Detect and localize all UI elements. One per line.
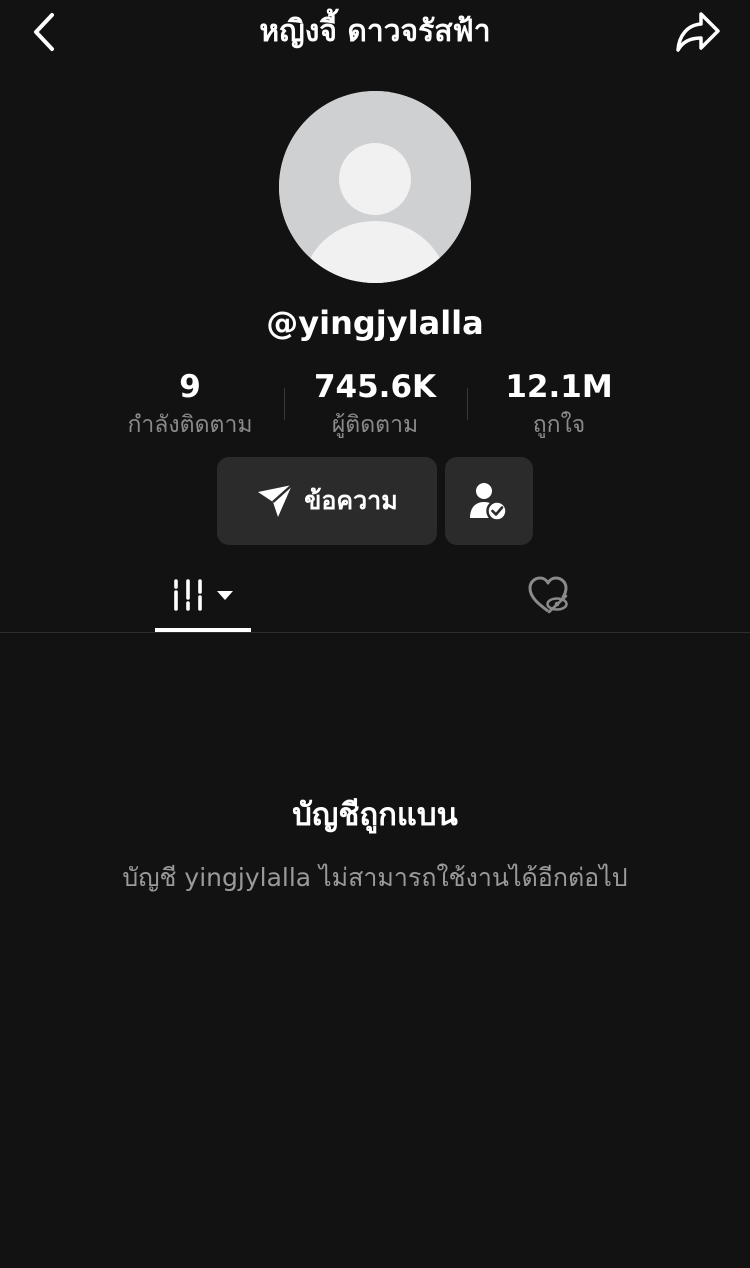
- likes-stat[interactable]: 12.1M ถูกใจ: [469, 364, 649, 440]
- share-arrow-icon: [676, 12, 720, 52]
- username: @yingjylalla: [266, 304, 484, 342]
- banned-title: บัญชีถูกแบน: [292, 797, 458, 833]
- following-count: 9: [179, 369, 201, 405]
- hidden-heart-icon: [528, 576, 568, 614]
- stat-divider: [467, 388, 468, 420]
- share-button[interactable]: [670, 6, 726, 58]
- following-stat[interactable]: 9 กำลังติดตาม: [100, 364, 280, 440]
- profile-avatar[interactable]: [279, 91, 471, 283]
- followers-label: ผู้ติดตาม: [331, 412, 419, 438]
- tab-divider: [0, 632, 750, 633]
- send-icon: [258, 484, 294, 517]
- banned-description: บัญชี yingjylalla ไม่สามารถใช้งานได้อีกต…: [122, 863, 628, 892]
- tab-videos[interactable]: [155, 560, 251, 630]
- followers-stat[interactable]: 745.6K ผู้ติดตาม: [285, 364, 465, 440]
- followers-count: 745.6K: [313, 369, 437, 405]
- following-status-button[interactable]: [445, 457, 533, 545]
- following-label: กำลังติดตาม: [127, 412, 253, 438]
- likes-count: 12.1M: [505, 369, 613, 405]
- likes-label: ถูกใจ: [532, 412, 586, 438]
- message-label: ข้อความ: [304, 486, 398, 515]
- grid-bars-icon: [174, 579, 202, 611]
- message-button[interactable]: ข้อความ: [217, 457, 437, 545]
- profile-stats: 9 กำลังติดตาม 745.6K ผู้ติดตาม 12.1M ถูก…: [0, 364, 750, 444]
- chevron-left-icon: [34, 13, 54, 51]
- caret-down-icon: [217, 591, 233, 600]
- tab-liked[interactable]: [500, 560, 596, 630]
- default-avatar-icon: [279, 91, 471, 283]
- page-title: หญิงจี้ ดาวจรัสฟ้า: [259, 14, 491, 49]
- top-bar: หญิงจี้ ดาวจรัสฟ้า: [0, 0, 750, 64]
- back-button[interactable]: [22, 8, 66, 56]
- user-check-icon: [470, 483, 508, 521]
